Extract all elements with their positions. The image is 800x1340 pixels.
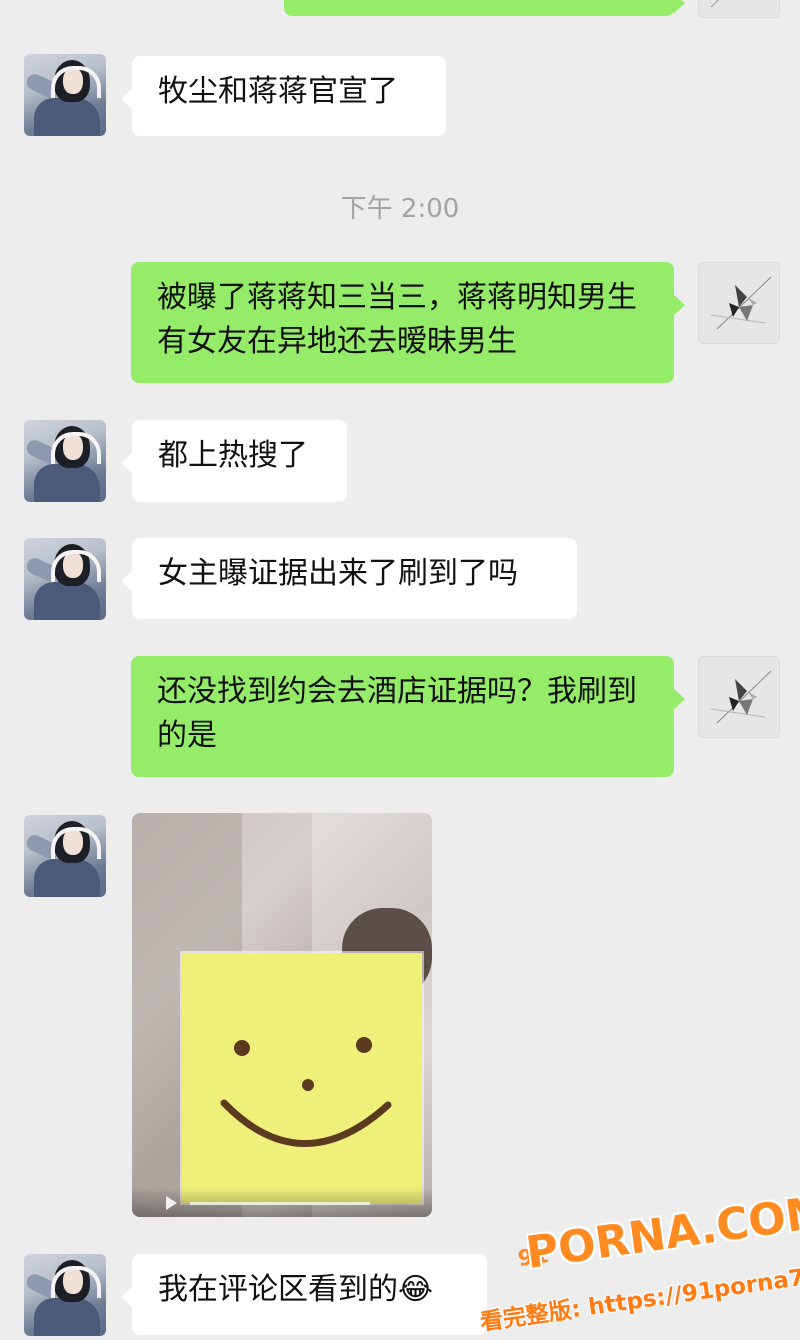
message-timestamp: 下午 2:00 [340,194,460,224]
message-bubble-partial[interactable] [284,0,685,16]
message-text: 牧尘和蒋蒋官宣了 [158,74,398,109]
geometric-avatar-icon [710,276,772,330]
geometric-avatar-icon [710,670,772,724]
message-bubble[interactable]: 被曝了蒋蒋知三当三，蒋蒋明知男生有女友在异地还去暧昧男生 [131,262,685,383]
message-text: 我在评论区看到的 [158,1272,398,1307]
message-bubble[interactable]: 我在评论区看到的😂 [121,1254,487,1335]
video-progress-track[interactable] [190,1202,370,1205]
friend-avatar[interactable] [24,420,106,502]
my-avatar[interactable] [698,0,780,18]
friend-avatar[interactable] [24,538,106,620]
message-text: 被曝了蒋蒋知三当三，蒋蒋明知男生有女友在异地还去暧昧男生 [157,280,637,359]
message-bubble[interactable]: 还没找到约会去酒店证据吗？我刷到的是 [131,656,685,777]
message-bubble[interactable]: 都上热搜了 [121,420,347,502]
friend-avatar[interactable] [24,54,106,136]
message-text: 女主曝证据出来了刷到了吗 [158,556,518,591]
video-controls[interactable] [132,1187,432,1217]
geometric-avatar-icon [710,0,719,8]
my-avatar[interactable] [698,656,780,738]
laughing-tears-emoji-icon: 😂 [398,1272,434,1307]
chat-area[interactable]: 牧尘和蒋蒋官宣了 下午 2:00 被曝了蒋蒋知三当三，蒋蒋明知男生有女友在异地还… [0,0,800,1340]
message-bubble[interactable]: 牧尘和蒋蒋官宣了 [121,56,446,136]
video-message[interactable] [132,813,432,1217]
my-avatar[interactable] [698,262,780,344]
message-text: 都上热搜了 [158,438,308,473]
friend-avatar[interactable] [24,815,106,897]
site-watermark: 91 PORNA.COM 看完整版: https://91porna71.com [470,1175,800,1340]
friend-avatar[interactable] [24,1254,106,1336]
message-bubble[interactable]: 女主曝证据出来了刷到了吗 [121,538,577,619]
play-icon[interactable] [166,1196,177,1210]
smiley-face-sticker-icon [182,953,422,1203]
message-text: 还没找到约会去酒店证据吗？我刷到的是 [157,674,637,753]
